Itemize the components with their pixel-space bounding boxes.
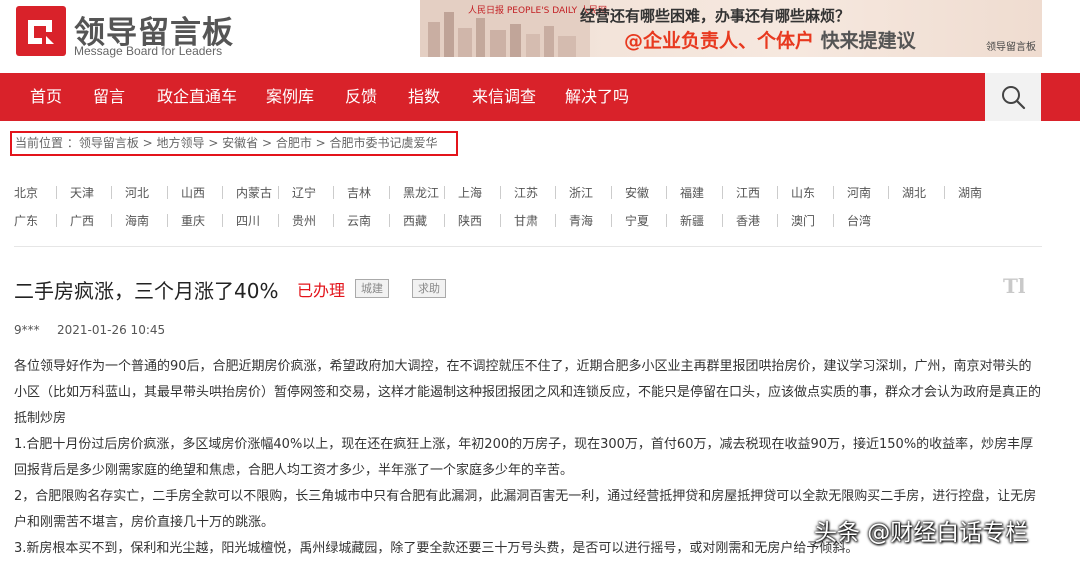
- province-separator: [888, 186, 889, 199]
- province-link[interactable]: 江西: [736, 184, 760, 202]
- nav-item-resolved[interactable]: 解决了吗: [565, 73, 629, 121]
- province-separator: [111, 186, 112, 199]
- nav-item-feedback[interactable]: 反馈: [345, 73, 377, 121]
- province-separator: [777, 214, 778, 227]
- banner-brand: 领导留言板: [986, 42, 1036, 53]
- province-link[interactable]: 上海: [458, 184, 482, 202]
- province-link[interactable]: 黑龙江: [403, 184, 439, 202]
- nav-item-government-enterprise[interactable]: 政企直通车: [157, 73, 237, 121]
- province-separator: [56, 186, 57, 199]
- province-separator: [333, 214, 334, 227]
- site-logo[interactable]: 领导留言板 Message Board for Leaders: [16, 6, 256, 60]
- banner-cta-text: 快来提建议: [814, 30, 916, 52]
- province-separator: [111, 214, 112, 227]
- province-separator: [611, 214, 612, 227]
- province-link[interactable]: 北京: [14, 184, 38, 202]
- province-link[interactable]: 辽宁: [292, 184, 316, 202]
- province-link[interactable]: 湖南: [958, 184, 982, 202]
- province-separator: [167, 214, 168, 227]
- province-link[interactable]: 吉林: [347, 184, 371, 202]
- province-link[interactable]: 澳门: [791, 212, 815, 230]
- banner-headline: 经营还有哪些困难，办事还有哪些麻烦？: [580, 7, 851, 25]
- nav-item-home[interactable]: 首页: [30, 73, 62, 121]
- logo-subtitle: Message Board for Leaders: [74, 44, 223, 58]
- province-separator: [222, 186, 223, 199]
- province-separator: [777, 186, 778, 199]
- search-icon: [1002, 86, 1026, 110]
- province-separator: [555, 214, 556, 227]
- province-link[interactable]: 青海: [569, 212, 593, 230]
- province-link[interactable]: 台湾: [847, 212, 871, 230]
- main-nav: 首页 留言 政企直通车 案例库 反馈 指数 来信调查 解决了吗: [0, 73, 1080, 121]
- province-separator: [722, 214, 723, 227]
- province-link[interactable]: 西藏: [403, 212, 427, 230]
- nav-item-index[interactable]: 指数: [408, 73, 440, 121]
- breadcrumb[interactable]: 当前位置 ：领导留言板 > 地方领导 > 安徽省 > 合肥市 > 合肥市委书记虞…: [10, 131, 458, 156]
- province-separator: [222, 214, 223, 227]
- province-link[interactable]: 江苏: [514, 184, 538, 202]
- banner-highlight: @企业负责人、个体户: [624, 30, 815, 52]
- province-link[interactable]: 云南: [347, 212, 371, 230]
- nav-item-survey[interactable]: 来信调查: [472, 73, 536, 121]
- province-separator: [389, 214, 390, 227]
- site-header: 领导留言板 Message Board for Leaders 人民日报 PEO…: [0, 0, 1080, 72]
- ad-banner[interactable]: 人民日报 PEOPLE'S DAILY 人民网 经营还有哪些困难，办事还有哪些麻…: [420, 0, 1042, 57]
- province-link[interactable]: 海南: [125, 212, 149, 230]
- font-size-toggle-icon[interactable]: Tl: [1003, 274, 1031, 298]
- province-link[interactable]: 河北: [125, 184, 149, 202]
- province-separator: [722, 186, 723, 199]
- province-link[interactable]: 山东: [791, 184, 815, 202]
- province-link[interactable]: 陕西: [458, 212, 482, 230]
- province-separator: [389, 186, 390, 199]
- province-link[interactable]: 山西: [181, 184, 205, 202]
- province-separator: [278, 214, 279, 227]
- province-separator: [56, 214, 57, 227]
- province-link[interactable]: 湖北: [902, 184, 926, 202]
- province-separator: [555, 186, 556, 199]
- status-badge: 已办理: [297, 281, 346, 300]
- province-separator: [944, 186, 945, 199]
- province-link[interactable]: 重庆: [181, 212, 205, 230]
- province-link[interactable]: 天津: [70, 184, 94, 202]
- province-link[interactable]: 浙江: [569, 184, 593, 202]
- province-link[interactable]: 内蒙古: [236, 184, 272, 202]
- province-separator: [833, 214, 834, 227]
- province-separator: [611, 186, 612, 199]
- message-author: 9***: [14, 323, 40, 337]
- province-separator: [833, 186, 834, 199]
- province-link[interactable]: 广东: [14, 212, 38, 230]
- province-separator: [666, 186, 667, 199]
- search-button[interactable]: [985, 73, 1041, 121]
- province-link[interactable]: 甘肃: [514, 212, 538, 230]
- province-link[interactable]: 香港: [736, 212, 760, 230]
- watermark: 头条 @财经白话专栏: [814, 520, 1029, 546]
- tag-help[interactable]: 求助: [412, 279, 446, 298]
- tag-urban-construction[interactable]: 城建: [355, 279, 389, 298]
- nav-item-case-library[interactable]: 案例库: [266, 73, 314, 121]
- province-separator: [167, 186, 168, 199]
- province-link[interactable]: 广西: [70, 212, 94, 230]
- logo-mark-icon: [16, 6, 66, 56]
- message-timestamp: 2021-01-26 10:45: [57, 323, 166, 337]
- province-link[interactable]: 新疆: [680, 212, 704, 230]
- province-separator: [278, 186, 279, 199]
- nav-item-messages[interactable]: 留言: [93, 73, 125, 121]
- message-paragraph: 1.合肥十月份过后房价疯涨，多区域房价涨幅40%以上，现在还在疯狂上涨，年初20…: [14, 437, 1034, 478]
- banner-call-to-action: @企业负责人、个体户 快来提建议: [624, 26, 916, 53]
- message-paragraph: 各位领导好作为一个普通的90后，合肥近期房价疯涨，希望政府加大调控，在不调控就压…: [14, 359, 1042, 426]
- province-link[interactable]: 安徽: [625, 184, 649, 202]
- province-link[interactable]: 四川: [236, 212, 260, 230]
- province-separator: [333, 186, 334, 199]
- province-separator: [500, 214, 501, 227]
- province-link[interactable]: 河南: [847, 184, 871, 202]
- province-separator: [444, 186, 445, 199]
- province-separator: [444, 214, 445, 227]
- province-separator: [666, 214, 667, 227]
- section-divider: [14, 246, 1042, 247]
- province-link[interactable]: 贵州: [292, 212, 316, 230]
- province-link[interactable]: 宁夏: [625, 212, 649, 230]
- province-separator: [500, 186, 501, 199]
- province-link[interactable]: 福建: [680, 184, 704, 202]
- message-title: 二手房疯涨，三个月涨了40%: [14, 279, 279, 303]
